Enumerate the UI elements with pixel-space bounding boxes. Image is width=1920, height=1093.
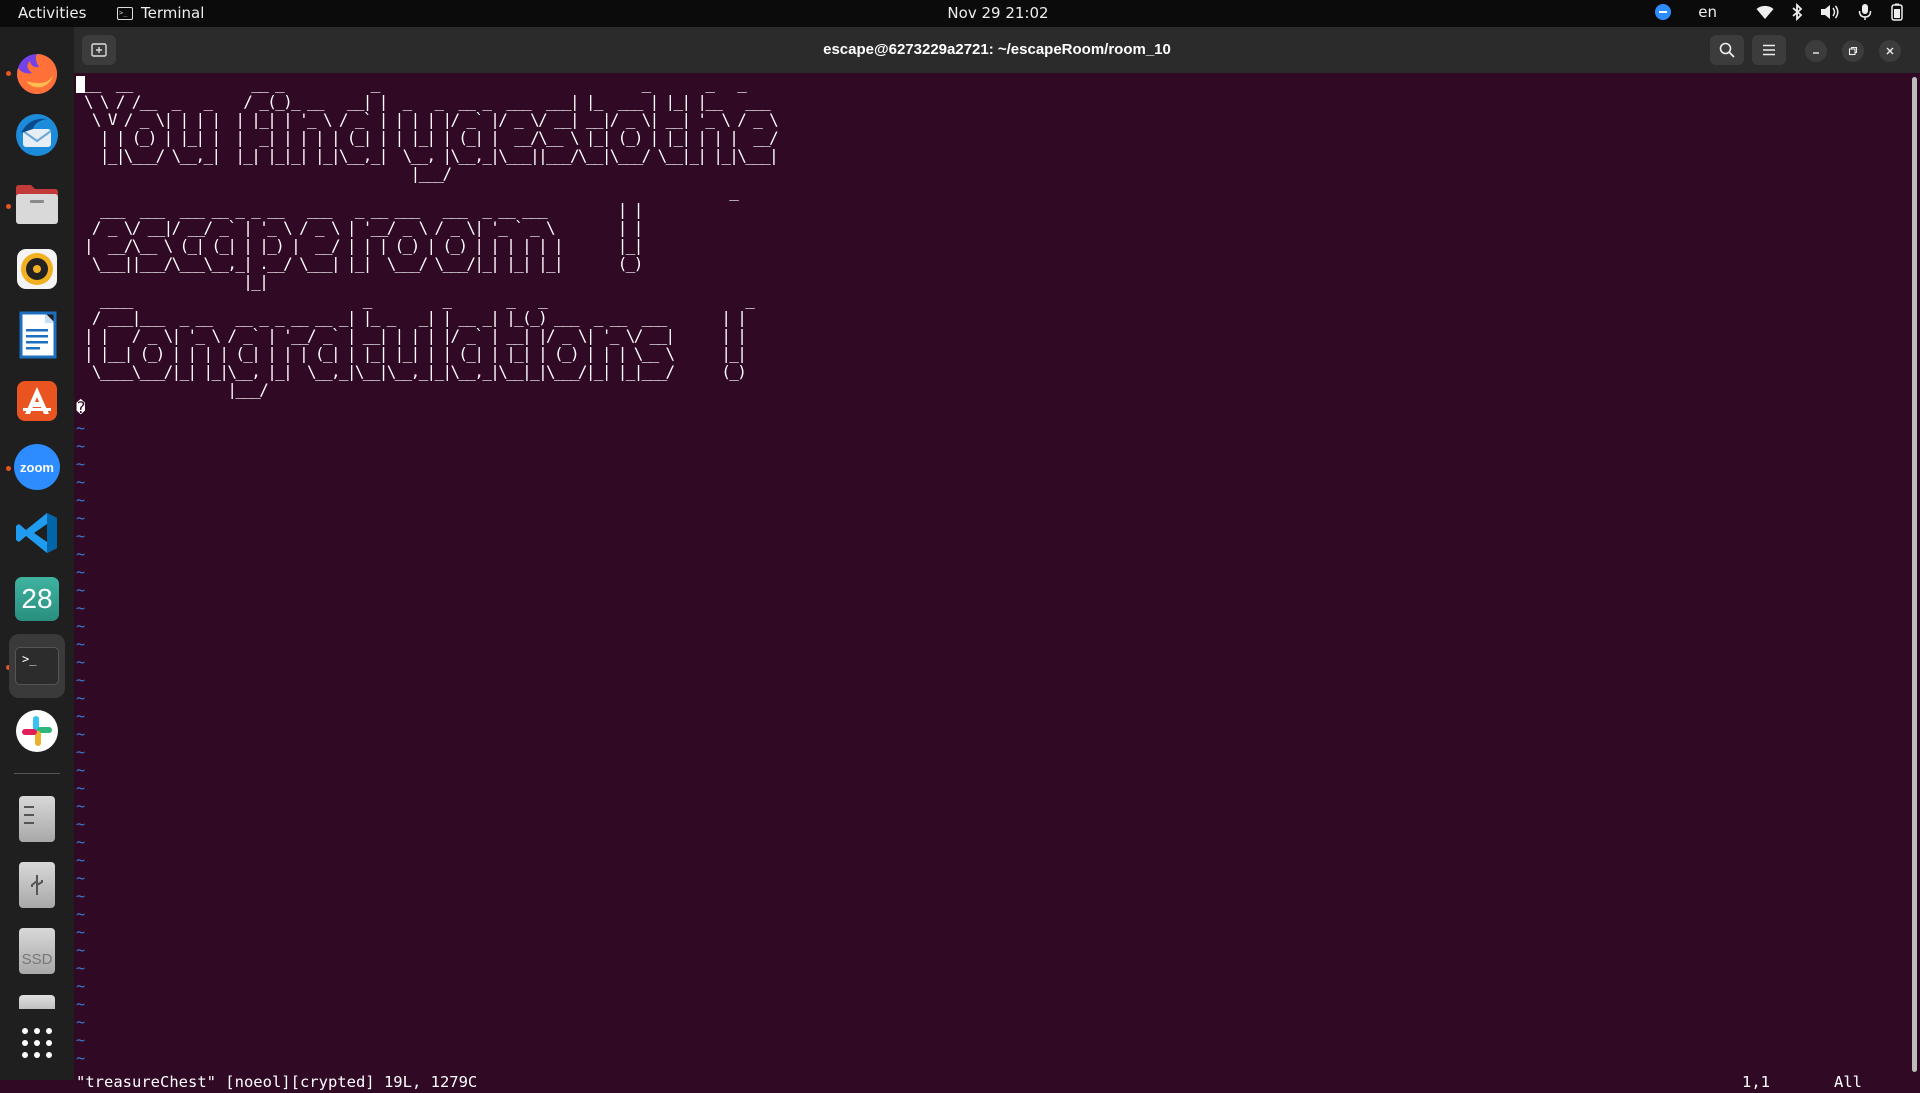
- terminal-content[interactable]: __ __ __ _ _ _ _ _ \ \ / /__ _ _ / _(_)_…: [74, 73, 1912, 1091]
- dock-zoom[interactable]: zoom: [9, 439, 65, 495]
- menu-button[interactable]: [1752, 35, 1786, 65]
- dock-libreoffice-writer[interactable]: [9, 307, 65, 363]
- app-grid-icon: [22, 1028, 52, 1058]
- system-tray[interactable]: en: [1655, 3, 1904, 21]
- app-center-icon: [17, 381, 57, 421]
- dock-rhythmbox[interactable]: [9, 241, 65, 297]
- maximize-button[interactable]: [1842, 40, 1864, 62]
- search-icon: [1719, 42, 1735, 58]
- slack-icon: [16, 710, 58, 752]
- dock-firefox[interactable]: [9, 46, 65, 102]
- close-button[interactable]: [1879, 40, 1901, 62]
- vscode-icon: [16, 513, 57, 553]
- scrollbar[interactable]: [1912, 77, 1917, 1072]
- bluetooth-icon[interactable]: [1791, 3, 1803, 21]
- writer-icon: [19, 311, 57, 359]
- dock-slack[interactable]: [9, 703, 65, 759]
- hamburger-menu-icon: [1763, 44, 1775, 56]
- clock[interactable]: Nov 29 21:02: [0, 4, 1920, 22]
- ssd-label: SSD: [21, 951, 53, 968]
- dock-ssd-drive[interactable]: SSD: [9, 923, 65, 979]
- files-icon: [16, 185, 58, 224]
- window-title: escape@6273229a2721: ~/escapeRoom/room_1…: [823, 41, 1171, 58]
- dock-app-center[interactable]: [9, 373, 65, 429]
- thunderbird-icon: [16, 114, 58, 156]
- search-button[interactable]: [1710, 35, 1744, 65]
- drive-icon: [19, 796, 55, 842]
- minimize-icon: [1813, 52, 1819, 54]
- terminal-icon: >_: [15, 647, 59, 685]
- calendar-icon: 28: [15, 577, 59, 621]
- ascii-art-text: __ __ __ _ _ _ _ _ \ \ / /__ _ _ / _(_)_…: [76, 74, 779, 417]
- close-icon: [1886, 47, 1894, 55]
- minimize-button[interactable]: [1805, 40, 1827, 62]
- disk-drive-icon: [19, 995, 55, 1009]
- calendar-day-label: 28: [21, 583, 53, 614]
- firefox-icon: [17, 53, 58, 94]
- usb-drive-icon: [19, 862, 55, 908]
- zoom-icon: zoom: [14, 444, 60, 490]
- microphone-icon[interactable]: [1857, 3, 1873, 21]
- wifi-icon[interactable]: [1756, 4, 1774, 20]
- zoom-icon-label: zoom: [20, 459, 54, 475]
- cursor-position: 1,1: [1742, 1073, 1770, 1091]
- dock-files[interactable]: [9, 176, 65, 232]
- dock: zoom 28 >_ SSD: [0, 27, 74, 1080]
- ssd-drive-icon: SSD: [19, 928, 55, 974]
- vim-status-line: "treasureChest" [noeol][crypted] 19L, 12…: [76, 1073, 1896, 1093]
- show-applications-button[interactable]: [9, 1015, 65, 1071]
- empty-line-markers: ~ ~ ~ ~ ~ ~ ~ ~ ~ ~ ~ ~ ~ ~ ~ ~ ~ ~ ~ ~ …: [76, 419, 86, 1067]
- top-bar: Activities >_ Terminal Nov 29 21:02 en: [0, 0, 1920, 27]
- zoom-icon[interactable]: [1655, 4, 1672, 20]
- dock-vscode[interactable]: [9, 505, 65, 561]
- dock-thunderbird[interactable]: [9, 107, 65, 163]
- restore-icon: [1848, 46, 1858, 56]
- status-message: "treasureChest" [noeol][crypted] 19L, 12…: [76, 1073, 478, 1091]
- volume-icon[interactable]: [1820, 4, 1840, 20]
- dock-separator: [14, 773, 60, 774]
- dock-drive[interactable]: [9, 791, 65, 847]
- language-indicator[interactable]: en: [1698, 3, 1717, 21]
- terminal-window: escape@6273229a2721: ~/escapeRoom/room_1…: [74, 27, 1920, 1091]
- dock-disk-drive[interactable]: [9, 989, 65, 1009]
- scroll-position: All: [1834, 1073, 1862, 1091]
- battery-icon[interactable]: [1890, 3, 1904, 21]
- dock-calendar[interactable]: 28: [9, 571, 65, 627]
- rhythmbox-icon: [17, 249, 57, 289]
- dock-terminal[interactable]: >_: [9, 634, 65, 698]
- dock-usb-drive[interactable]: [9, 857, 65, 913]
- text-cursor: [76, 76, 85, 93]
- header-bar: escape@6273229a2721: ~/escapeRoom/room_1…: [74, 27, 1920, 73]
